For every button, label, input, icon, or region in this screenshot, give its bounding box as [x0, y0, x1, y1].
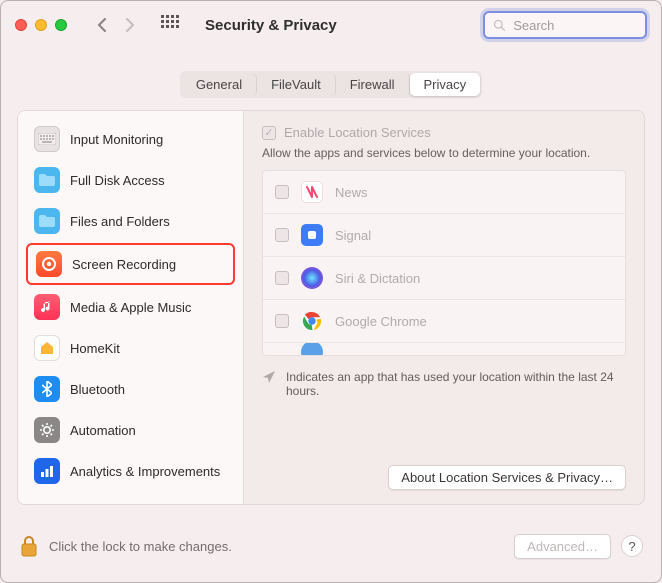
folder-icon	[34, 208, 60, 234]
sidebar-item-label: Analytics & Improvements	[70, 464, 220, 479]
sidebar-item-label: Media & Apple Music	[70, 300, 191, 315]
chart-icon	[34, 458, 60, 484]
sidebar-item-homekit[interactable]: HomeKit	[26, 329, 235, 367]
privacy-panel: Input Monitoring Full Disk Access Files …	[17, 110, 645, 505]
tab-filevault[interactable]: FileVault	[257, 73, 336, 96]
window-title: Security & Privacy	[205, 17, 337, 34]
sidebar-item-input-monitoring[interactable]: Input Monitoring	[26, 120, 235, 158]
app-name: Signal	[335, 228, 371, 243]
app-name: Siri & Dictation	[335, 271, 420, 286]
sidebar-item-label: Bluetooth	[70, 382, 125, 397]
signal-icon	[301, 224, 323, 246]
gear-icon	[34, 417, 60, 443]
app-row-siri[interactable]: Siri & Dictation	[263, 257, 625, 300]
enable-location-row: ✓ Enable Location Services	[262, 125, 626, 140]
search-icon	[493, 18, 505, 32]
preferences-body: General FileVault Firewall Privacy Input…	[1, 71, 661, 521]
detail-description: Allow the apps and services below to det…	[262, 146, 626, 160]
music-icon	[34, 294, 60, 320]
siri-icon	[301, 267, 323, 289]
detail-pane: ✓ Enable Location Services Allow the app…	[244, 111, 644, 504]
tab-firewall[interactable]: Firewall	[336, 73, 410, 96]
app-name: Google Chrome	[335, 314, 427, 329]
titlebar: Security & Privacy	[1, 1, 661, 49]
app-row-chrome[interactable]: Google Chrome	[263, 300, 625, 343]
minimize-icon[interactable]	[35, 19, 47, 31]
sidebar-item-label: Input Monitoring	[70, 132, 163, 147]
privacy-sidebar[interactable]: Input Monitoring Full Disk Access Files …	[18, 111, 244, 504]
app-name: News	[335, 185, 368, 200]
folder-icon	[34, 167, 60, 193]
lock-icon[interactable]	[19, 534, 39, 558]
app-icon	[301, 343, 323, 355]
note-text: Indicates an app that has used your loca…	[286, 370, 626, 398]
back-button[interactable]	[91, 14, 113, 36]
sidebar-item-analytics[interactable]: Analytics & Improvements	[26, 452, 235, 490]
nav-buttons	[91, 14, 141, 36]
lock-text: Click the lock to make changes.	[49, 539, 232, 554]
forward-button[interactable]	[119, 14, 141, 36]
sidebar-item-label: Automation	[70, 423, 136, 438]
app-checkbox[interactable]	[275, 314, 289, 328]
sidebar-item-bluetooth[interactable]: Bluetooth	[26, 370, 235, 408]
sidebar-item-media-apple-music[interactable]: Media & Apple Music	[26, 288, 235, 326]
sidebar-item-label: Screen Recording	[72, 257, 176, 272]
enable-location-label: Enable Location Services	[284, 125, 431, 140]
sidebar-item-files-and-folders[interactable]: Files and Folders	[26, 202, 235, 240]
sidebar-item-screen-recording[interactable]: Screen Recording	[26, 243, 235, 285]
tab-bar: General FileVault Firewall Privacy	[17, 71, 645, 98]
bottom-bar: Click the lock to make changes. Advanced…	[1, 521, 661, 571]
location-indicator-note: Indicates an app that has used your loca…	[262, 370, 626, 398]
zoom-icon[interactable]	[55, 19, 67, 31]
keyboard-icon	[34, 126, 60, 152]
app-checkbox[interactable]	[275, 185, 289, 199]
search-field[interactable]	[483, 11, 647, 39]
sidebar-item-automation[interactable]: Automation	[26, 411, 235, 449]
sidebar-item-label: Files and Folders	[70, 214, 170, 229]
show-all-icon[interactable]	[161, 15, 181, 35]
news-icon	[301, 181, 323, 203]
tab-privacy[interactable]: Privacy	[410, 73, 481, 96]
app-row-signal[interactable]: Signal	[263, 214, 625, 257]
search-input[interactable]	[511, 17, 637, 34]
window-controls	[15, 19, 67, 31]
advanced-button[interactable]: Advanced…	[514, 534, 611, 559]
app-checkbox[interactable]	[275, 271, 289, 285]
app-row-news[interactable]: News	[263, 171, 625, 214]
sidebar-item-label: HomeKit	[70, 341, 120, 356]
location-arrow-icon	[262, 370, 276, 398]
about-location-button[interactable]: About Location Services & Privacy…	[388, 465, 626, 490]
record-icon	[36, 251, 62, 277]
help-button[interactable]: ?	[621, 535, 643, 557]
close-icon[interactable]	[15, 19, 27, 31]
sidebar-item-full-disk-access[interactable]: Full Disk Access	[26, 161, 235, 199]
app-row-more[interactable]	[263, 343, 625, 355]
tab-general[interactable]: General	[182, 73, 257, 96]
home-icon	[34, 335, 60, 361]
bluetooth-icon	[34, 376, 60, 402]
app-checkbox[interactable]	[275, 228, 289, 242]
enable-location-checkbox[interactable]: ✓	[262, 126, 276, 140]
chrome-icon	[301, 310, 323, 332]
sidebar-item-label: Full Disk Access	[70, 173, 165, 188]
location-app-list[interactable]: News Signal Siri & Dictation	[262, 170, 626, 356]
